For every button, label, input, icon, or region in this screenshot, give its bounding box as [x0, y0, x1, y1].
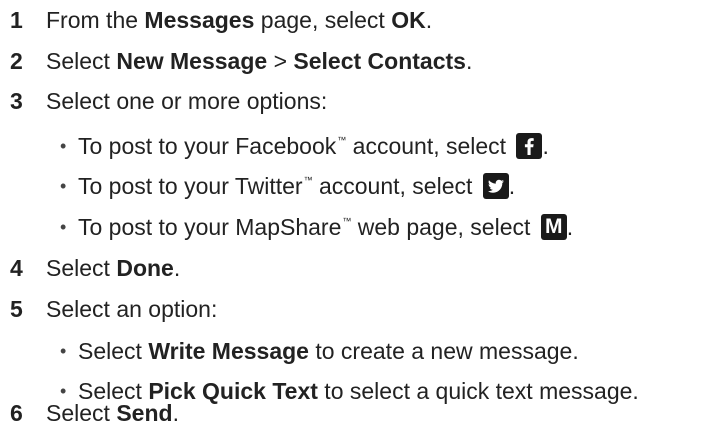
- step-text: Select Send.: [46, 400, 179, 426]
- step-number: 6: [10, 400, 23, 426]
- bullet: •: [60, 217, 67, 237]
- step-text: Select one or more options:: [46, 88, 328, 114]
- trademark-mark: ™: [337, 135, 347, 145]
- step-text: Select Done.: [46, 255, 181, 281]
- step-number: 5: [10, 296, 23, 322]
- bullet: •: [60, 176, 67, 196]
- step-text: Select an option:: [46, 296, 218, 322]
- bullet: •: [60, 341, 67, 361]
- bullet: •: [60, 136, 67, 156]
- twitter-icon: [482, 172, 509, 199]
- step-number: 1: [10, 7, 23, 33]
- ui-term: Send: [116, 400, 173, 426]
- mapshare-icon: M: [540, 213, 567, 240]
- ui-term: Select Contacts: [293, 48, 466, 74]
- ui-term: Done: [116, 255, 174, 281]
- step-text: Select New Message > Select Contacts.: [46, 48, 473, 74]
- ui-term: OK: [391, 7, 426, 33]
- bullet-text: To post to your Twitter™ account, select…: [78, 172, 516, 199]
- trademark-mark: ™: [303, 175, 313, 185]
- step-number: 2: [10, 48, 23, 74]
- ui-term: New Message: [116, 48, 268, 74]
- bullet-text: To post to your MapShare™ web page, sele…: [78, 213, 574, 240]
- ui-term: Write Message: [148, 338, 309, 364]
- ui-term: Messages: [144, 7, 255, 33]
- facebook-icon: [516, 132, 543, 159]
- bullet-text: To post to your Facebook™ account, selec…: [78, 132, 549, 159]
- step-number: 3: [10, 88, 23, 114]
- step-number: 4: [10, 255, 23, 281]
- bullet-text: Select Write Message to create a new mes…: [78, 338, 579, 364]
- step-text: From the Messages page, select OK.: [46, 7, 433, 33]
- trademark-mark: ™: [342, 216, 352, 226]
